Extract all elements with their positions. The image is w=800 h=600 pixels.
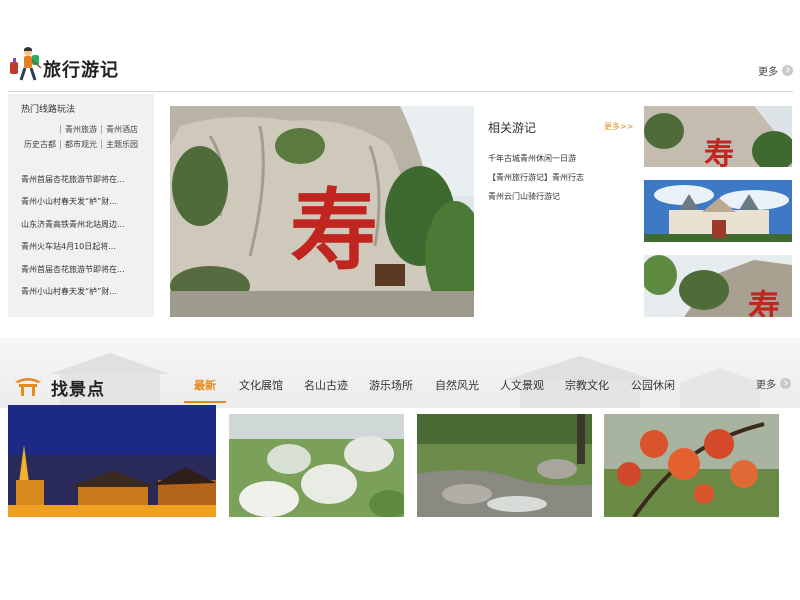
- hot-route-item[interactable]: 青州首届杏花旅游节即将在...: [21, 264, 125, 275]
- tag-qingzhou-travel[interactable]: 青州旅游: [60, 125, 101, 134]
- svg-text:寿: 寿: [290, 184, 378, 281]
- tab-culture-museum[interactable]: 文化展馆: [239, 377, 283, 393]
- scenic-photo-night-city[interactable]: [8, 405, 216, 517]
- hot-route-item[interactable]: 青州火车站4月10日起将...: [21, 241, 116, 252]
- travel-notes-header: 旅行游记 更多: [8, 44, 793, 92]
- related-note-item[interactable]: 【青州旅行游记】青州行志: [488, 172, 584, 183]
- more-link-travel[interactable]: 更多: [758, 63, 793, 78]
- more-label: 更多: [758, 67, 778, 78]
- svg-text:寿: 寿: [748, 288, 780, 317]
- scenic-photo-stream[interactable]: [417, 414, 592, 517]
- featured-photo-cliff[interactable]: 寿: [170, 106, 474, 317]
- scenic-photo-red-tree[interactable]: [604, 414, 779, 517]
- tab-amusement[interactable]: 游乐场所: [369, 377, 413, 393]
- svg-text:寿: 寿: [704, 137, 734, 167]
- scenic-photo-blossoms[interactable]: [229, 414, 404, 517]
- thumb-photo-church[interactable]: [644, 180, 792, 242]
- tag-historic-capital[interactable]: 历史古都: [24, 140, 60, 149]
- tab-humanities[interactable]: 人文景观: [500, 377, 544, 393]
- tab-latest[interactable]: 最新: [194, 377, 216, 393]
- section-title-scenic: 找景点: [51, 380, 105, 400]
- tag-qingzhou-hotel[interactable]: 青州酒店: [101, 125, 142, 134]
- thumb-photo-cliff[interactable]: 寿: [644, 106, 792, 167]
- tag-city-sightseeing[interactable]: 都市观光: [60, 140, 101, 149]
- more-arrow-icon: [780, 378, 791, 389]
- active-tab-indicator: [184, 401, 226, 403]
- tag-theme-park[interactable]: 主题乐园: [101, 140, 142, 149]
- hot-routes-title: 热门线路玩法: [21, 105, 76, 115]
- hot-route-item[interactable]: 青州小山村春天发“栌”财...: [21, 286, 117, 297]
- hot-route-item[interactable]: 山东济青高铁青州北站周边...: [21, 219, 125, 230]
- hot-tags-row-1: 青州旅游 青州酒店: [60, 125, 142, 134]
- related-notes-title: 相关游记: [488, 121, 537, 135]
- tab-parks[interactable]: 公园休闲: [631, 377, 675, 393]
- more-label: 更多: [756, 380, 776, 391]
- related-note-item[interactable]: 青州云门山骑行游记: [488, 191, 560, 202]
- related-more-link[interactable]: 更多>>: [604, 121, 633, 132]
- hot-route-item[interactable]: 青州小山村春天发“栌”财...: [21, 196, 117, 207]
- tab-religion[interactable]: 宗教文化: [565, 377, 609, 393]
- more-arrow-icon: [782, 65, 793, 76]
- hot-tags-row-2: 历史古都 都市观光 主题乐园: [24, 140, 142, 149]
- traveler-logo-icon: [10, 47, 42, 81]
- related-note-item[interactable]: 千年古城青州休闲一日游: [488, 153, 576, 164]
- more-link-scenic[interactable]: 更多: [756, 376, 791, 391]
- tab-nature[interactable]: 自然风光: [435, 377, 479, 393]
- thumb-photo-mountain[interactable]: 寿: [644, 255, 792, 317]
- pavilion-icon: [15, 378, 41, 396]
- hot-route-item[interactable]: 青州首届杏花旅游节即将在...: [21, 174, 125, 185]
- pavilion-skyline-decoration: [50, 353, 760, 408]
- section-title-travel: 旅行游记: [43, 60, 119, 81]
- tab-famous-mountains[interactable]: 名山古迹: [304, 377, 348, 393]
